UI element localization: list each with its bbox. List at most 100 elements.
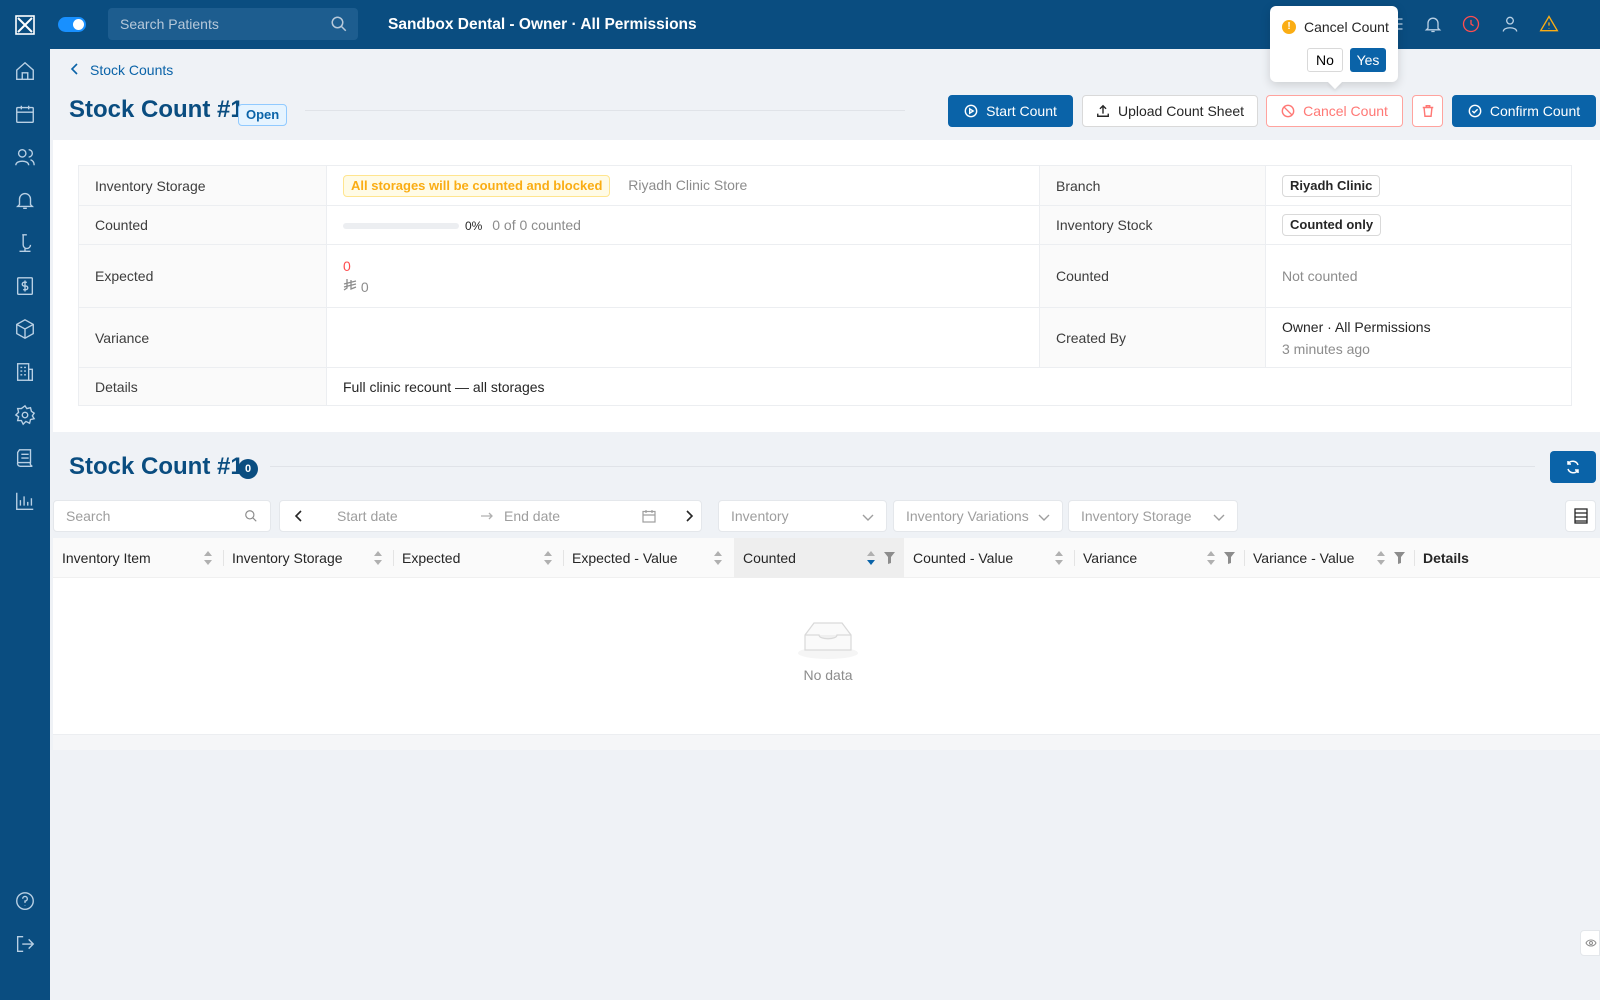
refresh-button[interactable] <box>1550 451 1596 483</box>
column-expected[interactable]: Expected <box>393 538 563 578</box>
variance-value <box>326 307 1040 368</box>
sort-icon[interactable] <box>866 550 876 569</box>
inventory-stock-label: Inventory Stock <box>1039 205 1266 245</box>
search-icon[interactable] <box>244 509 258 526</box>
title-divider <box>305 110 905 111</box>
delete-button[interactable] <box>1412 95 1443 127</box>
clinic-title: Sandbox Dental - Owner · All Permissions <box>388 16 697 33</box>
column-counted-value[interactable]: Counted - Value <box>904 538 1074 578</box>
refresh-icon <box>1567 460 1579 474</box>
settings-icon[interactable] <box>14 404 36 426</box>
horizontal-scrollbar[interactable] <box>53 734 1600 750</box>
filter-icon[interactable] <box>1224 551 1235 567</box>
next-date-arrow-icon[interactable] <box>684 509 694 526</box>
calendar-icon[interactable] <box>14 103 36 125</box>
logout-icon[interactable] <box>14 933 36 955</box>
expected-amount: 0 <box>360 278 369 295</box>
date-range-picker[interactable]: Start date End date <box>279 500 702 532</box>
start-date-field[interactable]: Start date <box>337 508 398 524</box>
column-variance-value[interactable]: Variance - Value <box>1244 538 1414 578</box>
column-expected-value[interactable]: Expected - Value <box>563 538 733 578</box>
document-icon[interactable] <box>14 447 36 469</box>
search-icon[interactable] <box>330 15 348 36</box>
column-counted[interactable]: Counted <box>734 538 904 578</box>
billing-icon[interactable] <box>14 275 36 297</box>
inventory-icon[interactable] <box>14 318 36 340</box>
clock-icon[interactable] <box>1461 14 1481 34</box>
prev-date-arrow-icon[interactable] <box>294 509 304 526</box>
table-search-input[interactable]: Search <box>53 500 271 532</box>
stock-count-table: Inventory Item Inventory Storage Expecte… <box>53 538 1600 734</box>
column-inventory-item[interactable]: Inventory Item <box>53 538 223 578</box>
popconfirm-yes-button[interactable]: Yes <box>1350 48 1386 72</box>
date-arrow-icon <box>480 509 494 526</box>
sort-icon[interactable] <box>1054 550 1064 569</box>
column-inventory-storage[interactable]: Inventory Storage <box>223 538 393 578</box>
created-by-label: Created By <box>1039 307 1266 368</box>
storage-filter-placeholder: Inventory Storage <box>1081 508 1192 524</box>
inventory-filter-placeholder: Inventory <box>731 508 789 524</box>
end-date-field[interactable]: End date <box>504 508 560 524</box>
column-variance[interactable]: Variance <box>1074 538 1244 578</box>
details-table: Inventory Storage All storages will be c… <box>78 165 1572 406</box>
filter-icon[interactable] <box>1394 551 1405 567</box>
variations-filter-select[interactable]: Inventory Variations <box>893 500 1063 532</box>
cancel-count-button[interactable]: Cancel Count <box>1266 95 1403 127</box>
status-badge: Open <box>238 104 288 126</box>
progress-bar <box>343 223 459 230</box>
building-icon[interactable] <box>14 361 36 383</box>
start-count-button[interactable]: Start Count <box>948 95 1073 127</box>
counted-label: Counted <box>78 205 327 245</box>
confirm-count-label: Confirm Count <box>1489 103 1581 119</box>
progress-text: 0 of 0 counted <box>492 217 581 233</box>
sort-icon[interactable] <box>1376 550 1386 569</box>
column-details[interactable]: Details <box>1414 538 1594 578</box>
storage-warning-badge: All storages will be counted and blocked <box>343 174 611 197</box>
eye-icon[interactable] <box>1580 930 1600 956</box>
reports-icon[interactable] <box>14 490 36 512</box>
counted-status-value: Not counted <box>1265 244 1572 308</box>
app-logo[interactable] <box>15 15 35 35</box>
patients-icon[interactable] <box>14 146 36 168</box>
search-patients-input[interactable] <box>108 8 328 40</box>
branch-badge: Riyadh Clinic <box>1282 174 1381 197</box>
calendar-icon[interactable] <box>642 509 656 526</box>
sort-icon[interactable] <box>203 550 213 569</box>
storage-filter-select[interactable]: Inventory Storage <box>1068 500 1238 532</box>
inventory-storage-label: Inventory Storage <box>78 165 327 206</box>
notifications-icon[interactable] <box>14 189 36 211</box>
confirm-count-button[interactable]: Confirm Count <box>1452 95 1596 127</box>
home-icon[interactable] <box>14 60 36 82</box>
sort-icon[interactable] <box>713 550 723 569</box>
breadcrumb-label[interactable]: Stock Counts <box>90 62 173 78</box>
patient-search[interactable] <box>108 8 358 40</box>
sort-icon[interactable] <box>543 550 553 569</box>
upload-icon <box>1097 104 1109 117</box>
count-badge: 0 <box>238 459 258 479</box>
help-icon[interactable] <box>14 890 36 912</box>
sort-icon[interactable] <box>373 550 383 569</box>
inventory-filter-select[interactable]: Inventory <box>718 500 887 532</box>
user-icon[interactable] <box>1500 14 1520 34</box>
section-title: Stock Count #1 <box>69 453 244 480</box>
sort-icon[interactable] <box>1206 550 1216 569</box>
column-settings-button[interactable] <box>1565 500 1596 532</box>
bell-icon[interactable] <box>1423 14 1443 34</box>
details-label: Details <box>78 367 327 406</box>
popconfirm-no-button[interactable]: No <box>1307 48 1343 72</box>
counted-status-label: Counted <box>1039 244 1266 308</box>
theme-toggle[interactable] <box>58 17 86 32</box>
filter-icon[interactable] <box>884 551 895 567</box>
lab-icon[interactable] <box>14 232 36 254</box>
upload-count-sheet-button[interactable]: Upload Count Sheet <box>1082 95 1258 127</box>
breadcrumb-back[interactable]: Stock Counts <box>70 62 173 78</box>
warning-icon[interactable] <box>1539 14 1559 34</box>
column-label: Inventory Item <box>62 550 151 566</box>
details-row: Details Full clinic recount — all storag… <box>78 367 1572 406</box>
cancel-count-popconfirm: ! Cancel Count No Yes <box>1270 6 1398 82</box>
columns-icon <box>1573 508 1588 524</box>
created-by-name: Owner · All Permissions <box>1282 318 1431 335</box>
column-label: Counted <box>743 550 796 566</box>
table-header: Inventory Item Inventory Storage Expecte… <box>53 538 1600 578</box>
details-row: Variance Created By Owner · All Permissi… <box>78 307 1572 368</box>
